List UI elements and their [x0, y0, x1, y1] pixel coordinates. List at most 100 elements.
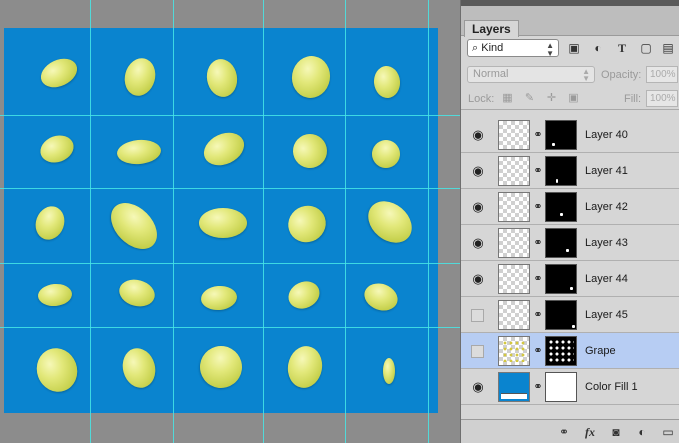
- filter-kind-select[interactable]: ⌕ Kind ▲ ▼: [467, 39, 559, 58]
- visibility-eye-icon[interactable]: ◉: [469, 126, 487, 144]
- layer-thumbnail[interactable]: [498, 228, 530, 258]
- mask-link-icon[interactable]: ⚭: [533, 380, 543, 395]
- link-layers-icon[interactable]: ⚭: [555, 424, 573, 440]
- visibility-eye-icon[interactable]: ◉: [469, 162, 487, 180]
- smart-object-filter-icon[interactable]: ▤: [661, 41, 675, 55]
- grape-image: [102, 194, 166, 258]
- new-group-icon[interactable]: ▭: [659, 424, 677, 440]
- layer-row-color-fill-1[interactable]: ◉ ⚭ Color Fill 1: [461, 369, 679, 405]
- layer-thumbnail[interactable]: [498, 192, 530, 222]
- layer-mask-thumbnail[interactable]: [545, 228, 577, 258]
- layer-row-layer-42[interactable]: ◉ ⚭ Layer 42: [461, 189, 679, 225]
- layer-name[interactable]: Layer 42: [585, 201, 628, 213]
- mask-link-icon[interactable]: ⚭: [533, 236, 543, 251]
- grape-image: [372, 64, 402, 100]
- visibility-eye-icon[interactable]: ◉: [469, 198, 487, 216]
- select-arrows-icon: ▲ ▼: [546, 41, 554, 58]
- layer-thumbnail[interactable]: [498, 372, 530, 402]
- fill-label: Fill:: [624, 93, 642, 105]
- layer-name[interactable]: Layer 40: [585, 129, 628, 141]
- vertical-guide[interactable]: [263, 0, 264, 443]
- mask-link-icon[interactable]: ⚭: [533, 200, 543, 215]
- grape-image: [37, 282, 73, 308]
- layer-name[interactable]: Layer 41: [585, 165, 628, 177]
- visibility-toggle-hidden[interactable]: [471, 309, 484, 322]
- adjustment-filter-icon[interactable]: ◐: [591, 41, 605, 55]
- vertical-guide[interactable]: [173, 0, 174, 443]
- layer-row-layer-43[interactable]: ◉ ⚭ Layer 43: [461, 225, 679, 261]
- horizontal-guide[interactable]: [0, 263, 460, 264]
- layer-mask-thumbnail[interactable]: [545, 120, 577, 150]
- horizontal-guide[interactable]: [0, 115, 460, 116]
- shape-filter-icon[interactable]: ▢: [639, 41, 653, 55]
- layer-thumbnail[interactable]: [498, 156, 530, 186]
- panel-tab-bar: Layers: [461, 6, 679, 37]
- layer-mask-thumbnail[interactable]: [545, 264, 577, 294]
- vertical-guide[interactable]: [428, 0, 429, 443]
- visibility-eye-icon[interactable]: ◉: [469, 234, 487, 252]
- layer-name[interactable]: Layer 44: [585, 273, 628, 285]
- tab-layers[interactable]: Layers: [464, 20, 519, 37]
- type-filter-icon[interactable]: T: [615, 41, 629, 55]
- grape-image: [36, 53, 82, 93]
- layer-thumbnail[interactable]: [498, 264, 530, 294]
- document-canvas-area[interactable]: [0, 0, 460, 443]
- mask-link-icon[interactable]: ⚭: [533, 164, 543, 179]
- layer-name[interactable]: Color Fill 1: [585, 381, 638, 393]
- layer-row-layer-40[interactable]: ◉ ⚭ Layer 40: [461, 117, 679, 153]
- mask-link-icon[interactable]: ⚭: [533, 128, 543, 143]
- layer-mask-thumbnail[interactable]: [545, 192, 577, 222]
- blend-mode-select[interactable]: Normal ▲ ▼: [467, 66, 595, 83]
- lock-position-icon[interactable]: ✛: [545, 92, 558, 105]
- layer-name[interactable]: Grape: [585, 345, 616, 357]
- visibility-toggle-hidden[interactable]: [471, 345, 484, 358]
- mask-link-icon[interactable]: ⚭: [533, 272, 543, 287]
- layers-panel: Layers ⌕ Kind ▲ ▼ ▣ ◐ T ▢ ▤ Normal ▲ ▼ Opa…: [460, 0, 679, 443]
- layer-name[interactable]: Layer 43: [585, 237, 628, 249]
- select-arrows-icon: ▲ ▼: [582, 67, 590, 83]
- image-filter-icon[interactable]: ▣: [567, 41, 581, 55]
- vertical-guide[interactable]: [345, 0, 346, 443]
- lock-all-icon[interactable]: ▣: [567, 92, 580, 105]
- layer-row-grape[interactable]: ⚭ Grape: [461, 333, 679, 369]
- mask-link-icon[interactable]: ⚭: [533, 308, 543, 323]
- visibility-eye-icon[interactable]: ◉: [469, 378, 487, 396]
- grape-image: [383, 358, 395, 384]
- opacity-field[interactable]: 100%: [646, 66, 678, 83]
- blend-row: Normal ▲ ▼ Opacity: 100%: [461, 62, 679, 88]
- document-canvas[interactable]: [4, 28, 438, 413]
- search-icon: ⌕: [472, 42, 479, 54]
- layer-row-layer-45[interactable]: ⚭ Layer 45: [461, 297, 679, 333]
- panel-bottom-bar: ⚭ fx ◙ ◐ ▭: [461, 419, 679, 443]
- visibility-eye-icon[interactable]: ◉: [469, 270, 487, 288]
- layer-style-fx-icon[interactable]: fx: [581, 424, 599, 440]
- layer-row-layer-44[interactable]: ◉ ⚭ Layer 44: [461, 261, 679, 297]
- adjustment-layer-icon[interactable]: ◐: [633, 424, 651, 440]
- vertical-guide[interactable]: [90, 0, 91, 443]
- grape-image: [36, 130, 78, 168]
- grape-image: [192, 338, 250, 396]
- layer-thumbnail[interactable]: [498, 300, 530, 330]
- layer-mask-thumbnail[interactable]: [545, 372, 577, 402]
- horizontal-guide[interactable]: [0, 327, 460, 328]
- grape-image: [118, 344, 160, 392]
- layer-mask-thumbnail[interactable]: [545, 336, 577, 366]
- lock-image-pixels-icon[interactable]: ✎: [523, 92, 536, 105]
- lock-transparent-pixels-icon[interactable]: ▦: [501, 92, 514, 105]
- layer-name[interactable]: Layer 45: [585, 309, 628, 321]
- grape-image: [120, 54, 160, 100]
- horizontal-guide[interactable]: [0, 188, 460, 189]
- add-mask-icon[interactable]: ◙: [607, 424, 625, 440]
- layer-mask-thumbnail[interactable]: [545, 300, 577, 330]
- grape-image: [281, 198, 333, 250]
- mask-link-icon[interactable]: ⚭: [533, 344, 543, 359]
- lock-label: Lock:: [468, 93, 495, 105]
- grape-image: [284, 276, 324, 314]
- layer-thumbnail[interactable]: [498, 336, 530, 366]
- grape-image: [360, 278, 402, 316]
- grape-image: [284, 343, 326, 391]
- fill-field[interactable]: 100%: [646, 90, 678, 107]
- layer-row-layer-41[interactable]: ◉ ⚭ Layer 41: [461, 153, 679, 189]
- layer-thumbnail[interactable]: [498, 120, 530, 150]
- layer-mask-thumbnail[interactable]: [545, 156, 577, 186]
